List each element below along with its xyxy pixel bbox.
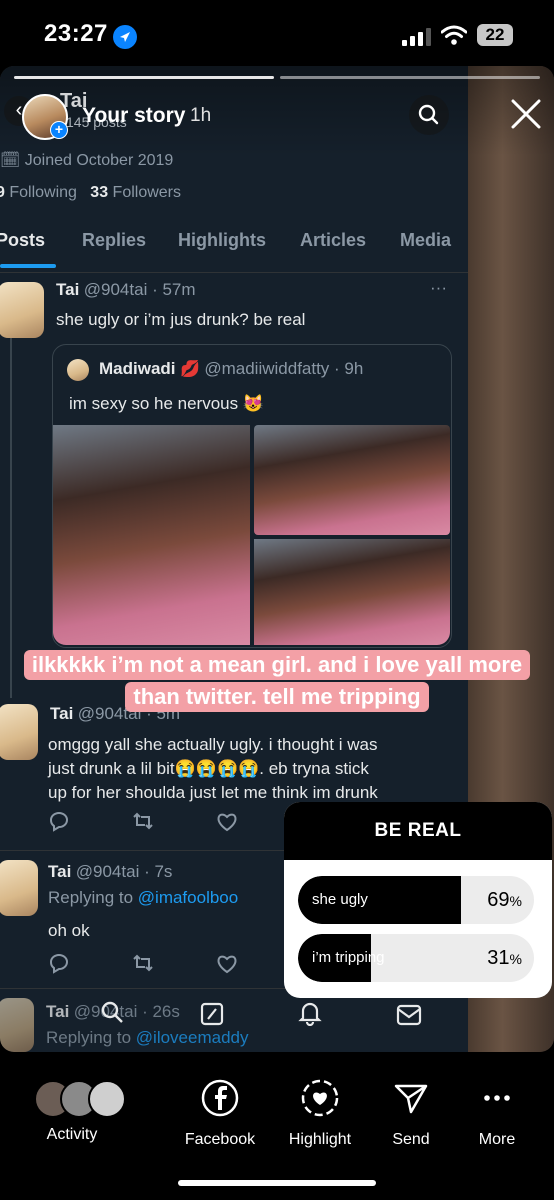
avatar: [0, 860, 38, 916]
poll-option-percent: 69%: [487, 889, 522, 911]
avatar: [0, 998, 34, 1052]
avatar: [0, 282, 44, 338]
poll-option-2[interactable]: i’m tripping 31%: [298, 934, 534, 982]
divider: [0, 272, 468, 273]
replying-to: Replying to @imafoolboo: [48, 888, 239, 907]
more-icon: [484, 1095, 510, 1101]
tweet-text: just drunk a lil bit😭😭😭😭. eb tryna stick: [48, 759, 369, 778]
poll-sticker[interactable]: BE REAL she ugly 69% i’m tripping 31%: [284, 802, 552, 998]
close-button[interactable]: [508, 96, 544, 132]
quoted-tweet-header: Madiwadi 💋 @madiiwiddfatty · 9h: [99, 359, 364, 378]
photo: [254, 425, 450, 535]
grok-icon: [200, 1002, 224, 1033]
poll-option-1[interactable]: she ugly 69%: [298, 876, 534, 924]
photo: [254, 539, 450, 645]
tweet-header: Tai @904tai · 57m: [56, 280, 196, 299]
search-button[interactable]: [409, 95, 449, 135]
caption-line: ilkkkkk i’m not a mean girl. and i love …: [23, 650, 531, 680]
reply-icon: [48, 952, 70, 974]
tab-highlights: Highlights: [178, 230, 266, 250]
battery-indicator: 22: [477, 24, 513, 46]
mail-icon: [396, 1004, 422, 1033]
poll-option-label: i’m tripping: [312, 949, 385, 966]
avatar: [67, 359, 89, 381]
facebook-label: Facebook: [184, 1131, 256, 1148]
tweet-header: Tai @904tai · 7s: [48, 862, 173, 881]
location-arrow-icon: [113, 25, 137, 49]
avatar: [88, 1080, 126, 1118]
tab-media: Media: [400, 230, 452, 250]
like-icon: [216, 812, 238, 834]
more-button[interactable]: More: [453, 1078, 541, 1149]
facebook-icon: [201, 1079, 239, 1117]
close-icon: [511, 99, 541, 129]
story-title: Your story: [82, 104, 186, 127]
retweet-icon: [132, 952, 154, 974]
signal-icon: [402, 28, 432, 46]
viewer-avatars: [34, 1078, 126, 1118]
quoted-tweet-text: im sexy so he nervous 😻: [69, 394, 265, 413]
highlight-label: Highlight: [288, 1131, 352, 1148]
tab-posts: Posts: [0, 230, 46, 250]
facebook-button[interactable]: Facebook: [176, 1078, 264, 1149]
caption-line: than twitter. tell me tripping: [125, 682, 429, 712]
story-progress-1: [14, 76, 274, 79]
heart-circle-icon: [301, 1079, 339, 1117]
send-label: Send: [392, 1131, 430, 1148]
highlight-button[interactable]: Highlight: [276, 1078, 364, 1149]
photo: [53, 425, 250, 645]
active-tab-indicator: [0, 264, 56, 268]
tweet-text: she ugly or i’m jus drunk? be real: [56, 310, 306, 329]
plus-icon[interactable]: +: [50, 121, 68, 139]
more-icon: ···: [430, 278, 447, 297]
retweet-icon: [132, 810, 154, 832]
tweet-text: omggg yall she actually ugly. i thought …: [48, 735, 378, 754]
follow-stats: 9 Following 33 Followers: [0, 184, 182, 201]
story-progress-2: [280, 76, 540, 79]
status-time: 23:27: [44, 20, 108, 47]
poll-option-label: she ugly: [312, 891, 368, 908]
wifi-icon: [440, 25, 468, 45]
thread-line: [10, 338, 12, 698]
story-content[interactable]: 🗓 Joined October 2019 9 Following 33 Fol…: [0, 66, 554, 1052]
home-indicator[interactable]: [178, 1180, 376, 1186]
activity-button[interactable]: Activity: [34, 1078, 126, 1144]
reply-icon: [48, 810, 70, 832]
story-caption[interactable]: ilkkkkk i’m not a mean girl. and i love …: [0, 650, 554, 712]
story-time-ago: 1h: [190, 105, 212, 126]
quoted-tweet: Madiwadi 💋 @madiiwiddfatty · 9h im sexy …: [52, 344, 452, 648]
like-icon: [216, 954, 238, 976]
poll-question: BE REAL: [284, 802, 552, 860]
tab-replies: Replies: [82, 230, 147, 250]
bell-icon: [298, 1000, 322, 1033]
tab-articles: Articles: [300, 230, 367, 250]
search-icon: [418, 104, 439, 125]
profile-tabs: Posts Replies Highlights Articles Media: [0, 230, 468, 270]
send-icon: [394, 1084, 428, 1114]
tweet-text: oh ok: [48, 921, 90, 940]
poll-option-percent: 31%: [487, 947, 522, 969]
search-icon: [100, 1000, 124, 1031]
activity-label: Activity: [46, 1126, 98, 1143]
send-button[interactable]: Send: [367, 1078, 455, 1149]
more-label: More: [478, 1131, 516, 1148]
avatar: [0, 704, 38, 760]
